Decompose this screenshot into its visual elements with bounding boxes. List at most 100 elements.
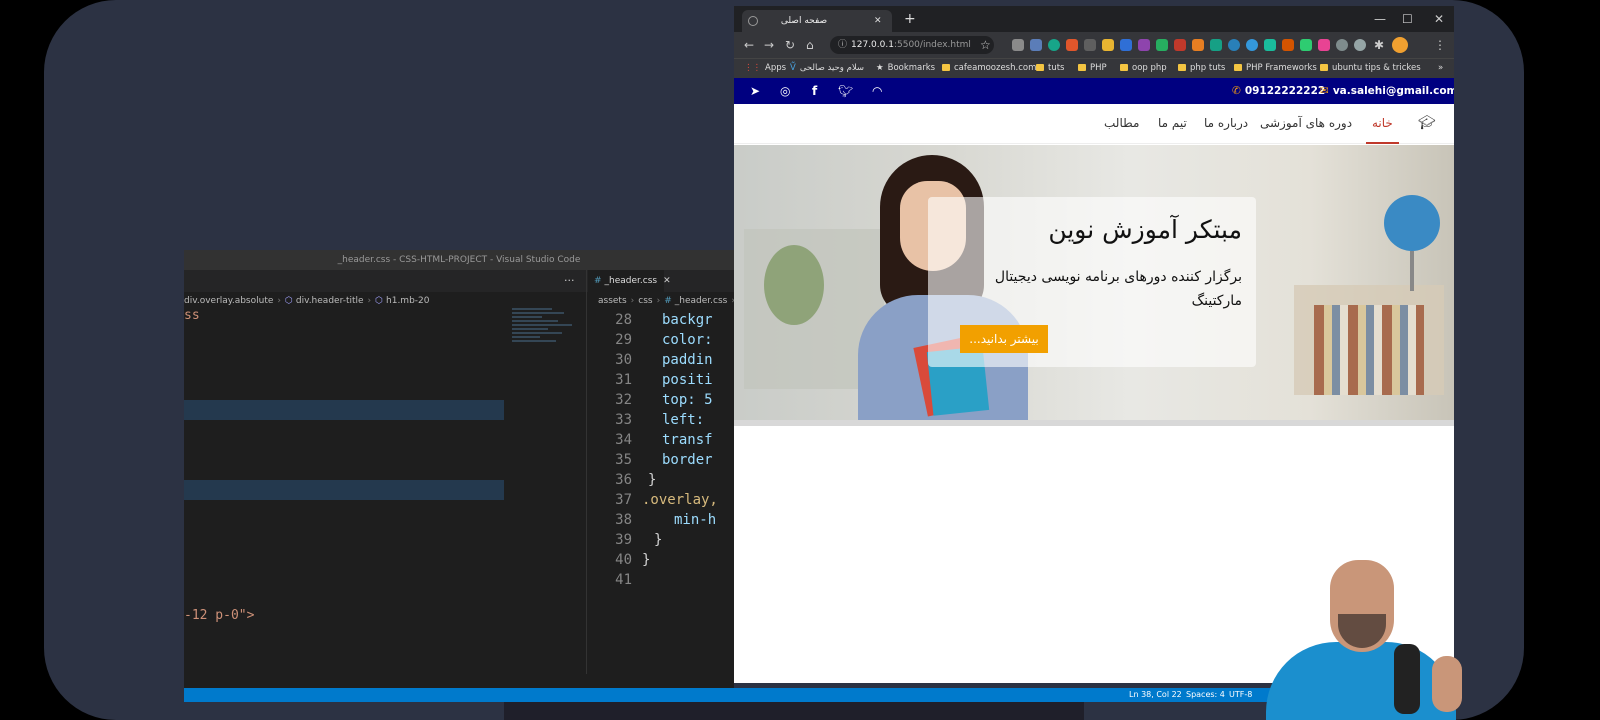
extension-icon[interactable] [1300, 39, 1312, 51]
code-line: 41 [615, 572, 632, 588]
indentation-status[interactable]: Spaces: 4 [1186, 688, 1225, 702]
bookmark-folder[interactable]: tuts [1036, 59, 1064, 78]
bookmark-apps[interactable]: ⋮⋮ Apps [744, 59, 786, 78]
profile-avatar[interactable] [1392, 37, 1408, 53]
bookmarks-overflow-button[interactable]: » [1438, 59, 1443, 78]
extension-icon[interactable] [1030, 39, 1042, 51]
forward-icon[interactable]: → [764, 32, 774, 58]
extension-icon[interactable] [1012, 39, 1024, 51]
address-bar[interactable]: ⓘ 127.0.0.1:5500/index.html [830, 36, 994, 54]
breadcrumb-item[interactable]: _header.css [675, 296, 728, 306]
css-file-icon: # [594, 276, 602, 286]
cursor-position[interactable]: Ln 38, Col 22 [1129, 688, 1182, 702]
code-line: 30 paddin [615, 352, 713, 368]
nav-item-articles[interactable]: مطالب [1104, 104, 1139, 144]
presenter-hand [1432, 656, 1462, 712]
close-window-button[interactable]: ✕ [1434, 8, 1444, 30]
css-file-icon: # [664, 296, 672, 306]
tab-header-css[interactable]: # _header.css ✕ [588, 270, 671, 292]
extension-icon[interactable] [1156, 39, 1168, 51]
nav-item-about[interactable]: درباره ما [1204, 104, 1248, 144]
encoding-status[interactable]: UTF-8 [1229, 688, 1252, 702]
vscode-editor: ··· # _header.css ✕ div.overlay.absolute › ⬡… [184, 270, 734, 688]
instagram-icon[interactable]: ◎ [780, 78, 790, 104]
maximize-button[interactable]: ☐ [1402, 8, 1413, 30]
email-link[interactable]: ✉ va.salehi@gmail.com [1320, 78, 1454, 104]
bookmark-item[interactable]: Ṽ سلام وحید صالحی [790, 59, 864, 78]
apps-grid-icon: ⋮⋮ [744, 63, 761, 73]
rss-icon[interactable]: ◠ [872, 78, 882, 104]
extension-icon[interactable] [1048, 39, 1060, 51]
phone-link[interactable]: ✆ 09122222222 [1232, 78, 1325, 104]
breadcrumb-item[interactable]: assets [598, 296, 627, 306]
facebook-icon[interactable]: f [812, 78, 817, 104]
breadcrumb-item[interactable]: div.overlay.absolute [184, 296, 273, 306]
close-tab-icon[interactable]: ✕ [874, 10, 882, 32]
extension-icon[interactable] [1354, 39, 1366, 51]
back-icon[interactable]: ← [744, 32, 754, 58]
bookmark-folder[interactable]: php tuts [1178, 59, 1225, 78]
code-line: 40} [615, 552, 651, 568]
info-icon[interactable]: ⓘ [838, 40, 847, 50]
extension-icon[interactable] [1066, 39, 1078, 51]
hero-bg-books [1314, 305, 1424, 395]
taskbar [504, 702, 1084, 720]
extension-icon[interactable] [1210, 39, 1222, 51]
browser-tab[interactable]: صفحه اصلی ✕ [742, 10, 892, 32]
breadcrumb-item[interactable]: div.header-title [296, 296, 364, 306]
twitter-icon[interactable]: 🐦︎ [838, 78, 853, 104]
bookmark-item[interactable]: ★ Bookmarks [876, 59, 935, 78]
graduation-cap-icon[interactable]: 🎓︎ [1418, 104, 1436, 142]
minimap[interactable] [512, 306, 578, 366]
more-actions-icon[interactable]: ··· [564, 270, 575, 292]
extension-icon[interactable] [1336, 39, 1348, 51]
presenter-shirt [1266, 642, 1456, 720]
code-line: 37 .overlay, [615, 492, 718, 508]
hero-bg-plant [764, 245, 824, 325]
extension-icon[interactable] [1282, 39, 1294, 51]
bookmark-folder[interactable]: ubuntu tips & trickes [1320, 59, 1421, 78]
code-line: 39} [615, 532, 663, 548]
bookmark-star-icon[interactable]: ☆ [980, 32, 991, 58]
chevron-right-icon: › [656, 296, 661, 306]
left-editor-pane[interactable]: ss -12 p-0"> [184, 310, 506, 674]
bookmark-folder[interactable]: PHP Frameworks [1234, 59, 1317, 78]
extension-icon[interactable] [1174, 39, 1186, 51]
nav-item-team[interactable]: تیم ما [1158, 104, 1187, 144]
kebab-menu-icon[interactable]: ⋮ [1434, 32, 1446, 58]
microphone [1394, 644, 1420, 714]
reload-icon[interactable]: ↻ [785, 32, 795, 58]
extension-icon[interactable] [1228, 39, 1240, 51]
puzzle-extensions-icon[interactable]: ✱ [1374, 32, 1384, 58]
editor-tab-bar: ··· # _header.css ✕ [184, 270, 734, 292]
editor-split-divider[interactable] [586, 270, 587, 674]
extension-icon[interactable] [1120, 39, 1132, 51]
extension-icon[interactable] [1138, 39, 1150, 51]
line-highlight [184, 400, 504, 420]
extension-icon[interactable] [1246, 39, 1258, 51]
extension-icon[interactable] [1318, 39, 1330, 51]
code-line: 31 positi [615, 372, 713, 388]
extension-icon[interactable] [1084, 39, 1096, 51]
minimize-button[interactable]: — [1374, 8, 1386, 30]
nav-item-home[interactable]: خانه [1366, 104, 1399, 144]
top-contact-bar: ➤ ◎ f 🐦︎ ◠ ✆ 09122222222 ✉ va.salehi@gmail… [734, 78, 1454, 104]
breadcrumb-item[interactable]: css [638, 296, 652, 306]
bookmark-folder[interactable]: oop php [1120, 59, 1167, 78]
browser-toolbar: ← → ↻ ⌂ ⓘ 127.0.0.1:5500/index.html ☆ ✱ ⋮ [734, 32, 1454, 58]
nav-item-courses[interactable]: دوره های آموزشی [1260, 104, 1352, 144]
breadcrumb-item[interactable]: h1.mb-20 [386, 296, 429, 306]
home-icon[interactable]: ⌂ [806, 32, 814, 58]
element-icon: ⬡ [375, 296, 384, 306]
new-tab-button[interactable]: + [904, 8, 916, 30]
learn-more-button[interactable]: بیشتر بدانید... [960, 325, 1048, 353]
extension-icon[interactable] [1192, 39, 1204, 51]
star-icon: ★ [876, 63, 884, 73]
close-tab-icon[interactable]: ✕ [663, 276, 671, 286]
bookmark-folder[interactable]: PHP [1078, 59, 1107, 78]
extension-icon[interactable] [1264, 39, 1276, 51]
bookmark-folder[interactable]: cafeamoozesh.com [942, 59, 1036, 78]
extension-icon[interactable] [1102, 39, 1114, 51]
right-editor-pane[interactable]: 28 backgr 29 color: 30 paddin 31 positi 32 to… [588, 310, 734, 674]
telegram-icon[interactable]: ➤ [750, 78, 760, 104]
